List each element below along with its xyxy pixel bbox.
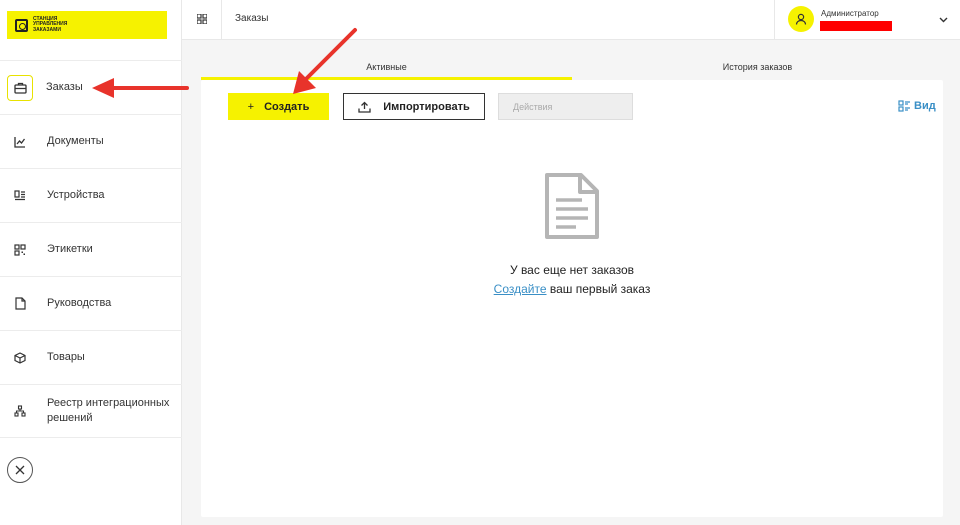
create-button[interactable]: + Создать [228, 93, 329, 120]
sidebar-item-products[interactable]: Товары [0, 330, 182, 384]
empty-state-subtitle: Создайте ваш первый заказ [201, 282, 943, 296]
apps-grid-icon[interactable] [197, 14, 207, 24]
empty-document-icon [545, 173, 599, 239]
sidebar-item-label: Документы [47, 135, 104, 147]
view-icon [898, 100, 910, 112]
avatar[interactable] [788, 6, 814, 32]
sidebar-item-labels[interactable]: Этикетки [0, 222, 182, 276]
sidebar-item-label: Реестр интеграционных решений [47, 397, 170, 424]
box-icon [13, 351, 27, 365]
sidebar-item-integrations[interactable]: Реестр интеграционных решений [0, 384, 182, 438]
qr-icon [13, 243, 27, 257]
hierarchy-icon [13, 404, 27, 418]
file-icon [13, 297, 27, 311]
sidebar: Станция управления заказами Заказы Докум… [0, 0, 182, 525]
view-label: Вид [914, 100, 936, 112]
sidebar-item-devices[interactable]: Устройства [0, 168, 182, 222]
divider [774, 0, 775, 40]
chart-icon [13, 135, 27, 149]
orders-panel: + Создать Импортировать Действия Вид У в… [201, 80, 943, 517]
empty-state-rest: ваш первый заказ [546, 282, 651, 296]
tab-active[interactable]: Активные [201, 56, 572, 80]
logo[interactable]: Станция управления заказами [7, 11, 167, 39]
page-title: Заказы [235, 13, 269, 24]
empty-state-title: У вас еще нет заказов [509, 263, 634, 277]
actions-select[interactable]: Действия [498, 93, 633, 120]
view-button[interactable]: Вид [898, 100, 936, 112]
sidebar-item-label: Устройства [47, 189, 105, 201]
sidebar-item-label: Руководства [47, 297, 112, 309]
divider [221, 0, 222, 40]
chevron-down-icon[interactable] [939, 15, 948, 24]
tab-history[interactable]: История заказов [572, 56, 943, 80]
sidebar-item-label: Заказы [46, 81, 83, 93]
tabs: Активные История заказов [201, 56, 943, 80]
user-role: Администратор [821, 9, 879, 18]
close-sidebar-button[interactable] [7, 457, 33, 483]
create-label: Создать [264, 100, 310, 113]
devices-icon [13, 189, 27, 203]
topbar: Заказы Администратор [182, 0, 960, 40]
sidebar-item-label: Товары [47, 351, 85, 363]
logo-mark-icon [15, 18, 28, 32]
sidebar-item-orders[interactable]: Заказы [0, 60, 182, 114]
close-icon [15, 465, 25, 475]
import-label: Импортировать [383, 100, 470, 113]
plus-icon: + [247, 100, 255, 113]
upload-icon [358, 101, 371, 113]
sidebar-item-documents[interactable]: Документы [0, 114, 182, 168]
sidebar-item-guides[interactable]: Руководства [0, 276, 182, 330]
user-icon [795, 13, 807, 25]
sidebar-item-label: Этикетки [47, 243, 93, 255]
redacted-username [820, 21, 892, 31]
create-link[interactable]: Создайте [494, 282, 547, 296]
briefcase-icon [7, 74, 33, 101]
logo-text: Станция управления заказами [33, 15, 68, 33]
import-button[interactable]: Импортировать [343, 93, 485, 120]
